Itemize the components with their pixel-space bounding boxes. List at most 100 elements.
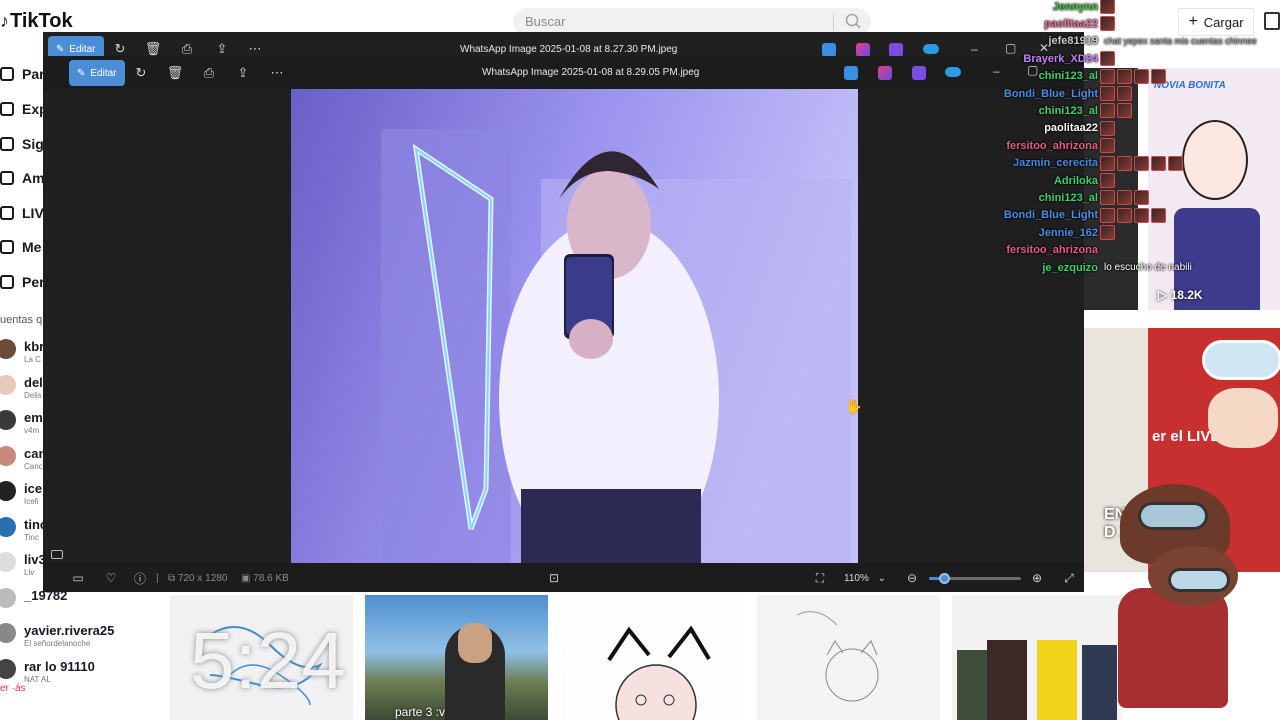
avatar-goggles [1138, 502, 1208, 530]
app-icon-clipchamp[interactable] [889, 43, 903, 57]
avatar [0, 658, 16, 679]
favorite-icon[interactable]: ♡ [103, 570, 119, 586]
chat-username: paolitaa22 [1044, 17, 1098, 30]
chat-username: paolitaa22 [1044, 122, 1098, 135]
video-thumbnail-2[interactable]: parte 3 :v [365, 595, 548, 720]
displayed-photo[interactable] [291, 89, 858, 564]
upload-label: Cargar [1203, 14, 1244, 30]
app-icon-edit[interactable] [844, 66, 858, 80]
account-nickname: Canc [24, 461, 43, 471]
chat-message: Adriloka [1054, 172, 1115, 189]
photo-viewer-window[interactable]: ✎ Editar ↻ 🗑 ⎙ ⇪ ⋯ WhatsApp Image 2025-01… [43, 32, 1084, 592]
video-thumbnail-5[interactable] [952, 595, 1122, 720]
tiktok-logo[interactable]: ♪TikTok [0, 10, 73, 33]
avatar [0, 481, 16, 501]
chat-message: fersitoo_ahrizona [1006, 137, 1115, 154]
chat-username: Jazmin_cerecita [1013, 157, 1098, 170]
emote-icon [1100, 173, 1115, 188]
sidebar-item-0[interactable]: Par [0, 64, 45, 84]
app-icon-edit[interactable] [822, 43, 836, 57]
app-icon-clipchamp[interactable] [912, 66, 926, 80]
sidebar-item-2[interactable]: Sig [0, 134, 44, 154]
more-icon[interactable]: ⋯ [268, 64, 286, 82]
account-username: ice [24, 481, 43, 496]
emote-icon [1100, 16, 1115, 32]
zoom-in-icon[interactable]: ⊕ [1029, 570, 1045, 586]
delete-icon[interactable]: 🗑 [166, 64, 184, 82]
sidebar-item-6[interactable]: Per [0, 272, 45, 292]
app-icon-paint[interactable] [856, 43, 870, 57]
info-icon[interactable]: ⓘ [132, 570, 148, 586]
fit-window-icon[interactable]: ⛶ [812, 570, 828, 586]
emote-icon [1100, 207, 1115, 223]
zoom-out-icon[interactable]: ⊖ [904, 570, 920, 586]
account-username: del [24, 374, 43, 390]
window-title-back: WhatsApp Image 2025-01-08 at 8.27.30 PM.… [460, 44, 678, 55]
emote-icon [1168, 155, 1183, 171]
sidebar-item-label: Per [22, 274, 45, 290]
onedrive-icon[interactable] [923, 44, 939, 54]
onedrive-icon[interactable] [945, 67, 961, 77]
zoom-slider-thumb[interactable] [938, 573, 950, 584]
sidebar-item-3[interactable]: Am [0, 168, 45, 188]
video-thumbnail-1[interactable]: 5:24 [170, 595, 353, 720]
see-more-link[interactable]: er ·ás [0, 683, 26, 694]
edit-icon: ✎ [77, 67, 86, 79]
photo-scene [291, 89, 858, 564]
chat-username: Jennynn [1052, 0, 1098, 13]
maximize-icon[interactable]: ▢ [1005, 41, 1016, 55]
emote-icon [1151, 68, 1166, 84]
live-icon [0, 206, 14, 220]
viewer-titlebar-front[interactable]: ✎ Editar ↻ 🗑 ⎙ ⇪ ⋯ WhatsApp Image 2025-01… [43, 56, 1084, 90]
edit-label: Editar [90, 67, 117, 79]
chat-message: Jennie_162 [1039, 224, 1115, 241]
avatar [0, 410, 16, 430]
share-icon[interactable]: ⇪ [234, 64, 252, 82]
edit-icon: ✎ [56, 43, 65, 55]
account-nickname: Delis [24, 390, 42, 400]
following-account[interactable]: yavier.rivera25 El señordelanoche [0, 617, 170, 651]
filmstrip-toggle-icon[interactable] [51, 550, 63, 559]
video-thumbnail-4[interactable] [757, 595, 940, 720]
chat-username: chini123_al [1038, 104, 1098, 117]
app-icon-paint[interactable] [878, 66, 892, 80]
chat-message: paolitaa22 [1044, 15, 1115, 32]
search-input[interactable]: Buscar [525, 14, 565, 29]
chat-username: jefe81919 [1048, 35, 1098, 48]
search-icon[interactable] [843, 11, 863, 31]
rotate-icon[interactable]: ↻ [132, 64, 150, 82]
disk-icon: ▣ [241, 573, 254, 584]
thumbnail-caption: parte 3 :v [395, 705, 446, 719]
emote-icon [1100, 190, 1115, 206]
inbox-icon[interactable] [1264, 12, 1280, 30]
minimize-icon[interactable]: – [971, 42, 978, 56]
emote-icon [1100, 51, 1115, 67]
following-account[interactable]: rar lo 91110 NAT AL [0, 653, 170, 687]
edit-button[interactable]: ✎ Editar [69, 60, 125, 86]
emote-icon [1100, 138, 1115, 154]
avatar [0, 339, 16, 359]
sidebar-item-1[interactable]: Exp [0, 99, 48, 119]
hand-cursor-icon: ✋ [845, 398, 863, 414]
visual-search-icon[interactable]: ⊡ [546, 570, 562, 586]
fullscreen-icon[interactable]: ⤢ [1061, 570, 1077, 586]
chat-message: Bondi_Blue_Light [1004, 207, 1166, 224]
dimensions-value: 720 x 1280 [177, 573, 228, 584]
following-icon [0, 137, 14, 151]
emote-icon [1100, 120, 1115, 136]
emote-icon [1100, 155, 1115, 171]
video-thumbnail-3[interactable] [561, 595, 744, 720]
upload-button[interactable]: + Cargar [1178, 8, 1254, 36]
zoom-level[interactable]: 110% ⌄ [844, 573, 886, 584]
sidebar-item-5[interactable]: Me [0, 237, 41, 257]
sidebar-item-4[interactable]: LIV [0, 203, 44, 223]
logo-text: TikTok [10, 10, 73, 32]
print-icon[interactable]: ⎙ [200, 64, 218, 82]
dimensions-icon: ⧉ [168, 573, 178, 584]
clock-overlay: 5:24 [190, 616, 346, 705]
filmstrip-icon[interactable]: ▭ [70, 570, 86, 586]
minimize-icon[interactable]: – [993, 64, 1000, 78]
account-nickname: v4m [24, 426, 40, 435]
chat-username: Adriloka [1053, 174, 1098, 187]
emote-icon [1117, 190, 1132, 206]
